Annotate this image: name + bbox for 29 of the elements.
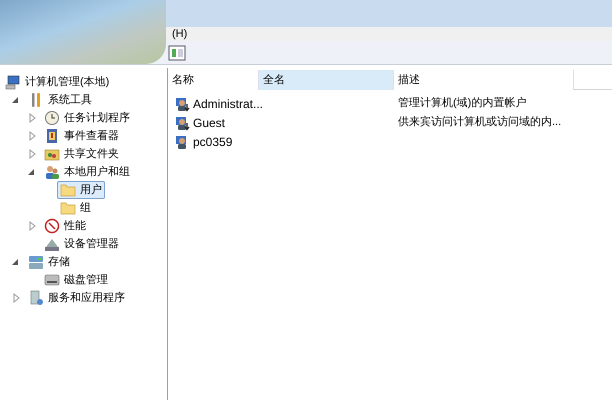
log-book-icon <box>44 128 60 144</box>
menu-item[interactable]: (H) <box>172 28 188 40</box>
tree-item[interactable]: 计算机管理(本地) <box>2 73 112 91</box>
tree-item[interactable]: 本地用户和组 <box>41 163 133 181</box>
column-header[interactable]: 描述 <box>394 70 574 90</box>
tree-item[interactable]: 存储 <box>25 253 73 271</box>
table-cell-text: 供来宾访问计算机或访问域的内... <box>397 114 562 130</box>
tree-item[interactable]: 组 <box>57 199 94 217</box>
tree-item[interactable]: 磁盘管理 <box>41 271 111 289</box>
services-icon <box>28 290 44 306</box>
tree-item[interactable]: 设备管理器 <box>41 235 122 253</box>
user-name[interactable]: pc0359 <box>193 132 232 150</box>
computer-icon <box>5 74 21 90</box>
tree-item[interactable]: 系统工具 <box>25 91 95 109</box>
tree-item[interactable]: 用户 <box>57 181 105 199</box>
column-header[interactable]: 全名 <box>259 70 394 90</box>
users-icon <box>44 164 60 180</box>
tree-item[interactable]: 任务计划程序 <box>41 109 133 127</box>
clock-icon <box>44 110 60 126</box>
column-header[interactable]: 名称 <box>168 70 259 90</box>
folder-icon <box>60 182 76 198</box>
tree-item[interactable]: 性能 <box>41 217 89 235</box>
hard-drive-icon <box>44 272 60 288</box>
tree-item[interactable]: 事件查看器 <box>41 127 122 145</box>
tree-item[interactable]: 服务和应用程序 <box>25 289 128 307</box>
table-cell-text: 管理计算机(域)的内置帐户 <box>397 96 526 112</box>
storage-icon <box>28 254 44 270</box>
tree-item[interactable]: 共享文件夹 <box>41 145 122 163</box>
panel-icon[interactable] <box>168 44 186 60</box>
